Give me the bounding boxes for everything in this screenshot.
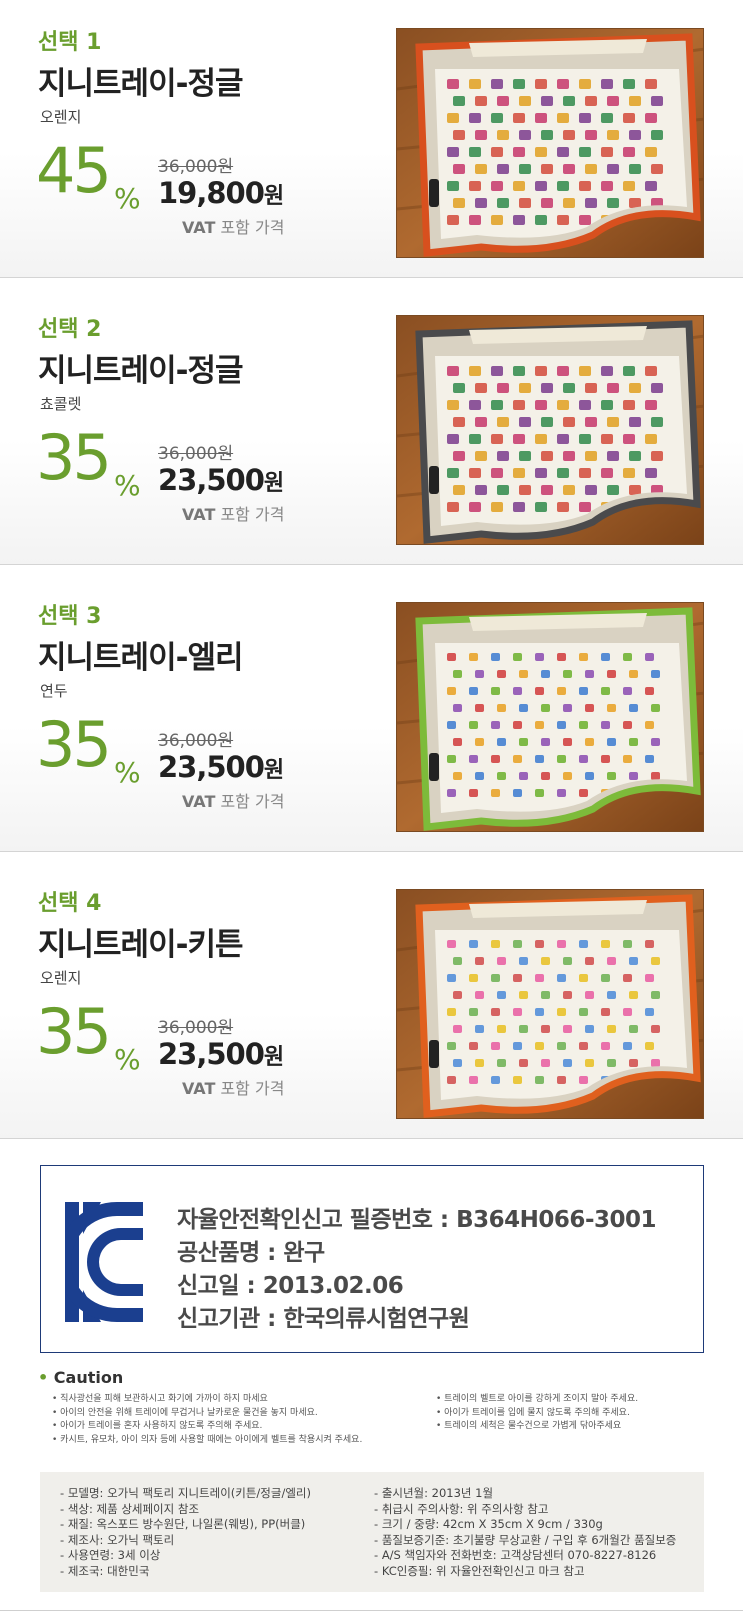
spec-item: 크기 / 중량: 42cm X 35cm X 9cm / 330g bbox=[374, 1517, 676, 1533]
spec-item: 색상: 제품 상세페이지 참조 bbox=[60, 1502, 311, 1518]
tray-image bbox=[397, 603, 703, 831]
product-name: 지니트레이-정글 bbox=[38, 66, 244, 102]
vat-note: VAT 포함 가격 bbox=[182, 792, 285, 811]
spec-item: 사용연령: 3세 이상 bbox=[60, 1548, 311, 1564]
kc-mark-icon bbox=[65, 1202, 143, 1322]
spec-list-right: 출시년월: 2013년 1월 취급시 주의사항: 위 주의사항 참고 크기 / … bbox=[374, 1486, 677, 1580]
product-color: 연두 bbox=[40, 682, 68, 700]
product-option[interactable]: 선택 4 지니트레이-키튼 오렌지 35 % 36,000원 23,500원 V… bbox=[0, 861, 743, 1139]
discount-percent: 35 bbox=[36, 995, 112, 1068]
caution-list-left: 직사광선을 피해 보관하시고 화기에 가까이 하지 마세요 아이의 안전을 위해… bbox=[52, 1393, 362, 1447]
kc-report-date: 신고일 : 2013.02.06 bbox=[177, 1273, 404, 1299]
caution-item: 카시트, 유모차, 아이 의자 등에 사용할 때에는 아이에게 벨트를 착용시켜… bbox=[52, 1434, 362, 1448]
option-number: 선택 4 bbox=[38, 891, 102, 916]
product-color: 오렌지 bbox=[40, 108, 82, 126]
vat-note: VAT 포함 가격 bbox=[182, 218, 285, 237]
original-price: 36,000원 bbox=[158, 444, 234, 464]
sale-price: 23,500원 bbox=[158, 463, 284, 497]
discount-percent: 35 bbox=[36, 421, 112, 494]
spec-item: 품질보증기준: 초기불량 무상교환 / 구입 후 6개월간 품질보증 bbox=[374, 1533, 677, 1549]
option-number: 선택 3 bbox=[38, 604, 102, 629]
product-photo[interactable] bbox=[396, 315, 704, 545]
caution-item: 아이가 트레이를 혼자 사용하지 않도록 주의해 주세요. bbox=[52, 1420, 362, 1434]
caution-item: 아이의 안전을 위해 트레이에 무겁거나 날카로운 물건을 놓지 마세요. bbox=[52, 1407, 362, 1421]
caution-item: 아이가 트레이를 입에 물지 않도록 주의해 주세요. bbox=[436, 1407, 638, 1421]
product-photo[interactable] bbox=[396, 28, 704, 258]
sale-price: 19,800원 bbox=[158, 176, 284, 210]
product-photo[interactable] bbox=[396, 602, 704, 832]
spec-item: 취급시 주의사항: 위 주의사항 참고 bbox=[374, 1502, 676, 1518]
tray-image bbox=[397, 316, 703, 544]
caution-title: • Caution bbox=[38, 1368, 124, 1387]
vat-note: VAT 포함 가격 bbox=[182, 505, 285, 524]
caution-item: 직사광선을 피해 보관하시고 화기에 가까이 하지 마세요 bbox=[52, 1393, 362, 1407]
discount-percent: 45 bbox=[36, 134, 112, 207]
caution-item: 트레이의 벨트로 아이를 강하게 조이지 말아 주세요. bbox=[436, 1393, 638, 1407]
tray-image bbox=[397, 29, 703, 257]
spec-item: 제조국: 대한민국 bbox=[60, 1564, 311, 1580]
bullet-dot-icon: • bbox=[38, 1368, 54, 1387]
percent-sign: % bbox=[114, 182, 141, 215]
kc-certificate-number: 자율안전확인신고 필증번호 : B364H066-3001 bbox=[177, 1207, 657, 1233]
caution-item: 트레이의 세척은 물수건으로 가볍게 닦아주세요 bbox=[436, 1420, 638, 1434]
sale-price: 23,500원 bbox=[158, 1037, 284, 1071]
spec-item: 재질: 옥스포드 방수원단, 나일론(웨빙), PP(버클) bbox=[60, 1517, 311, 1533]
product-option[interactable]: 선택 2 지니트레이-정글 쵸콜렛 35 % 36,000원 23,500원 V… bbox=[0, 287, 743, 565]
option-number: 선택 1 bbox=[38, 30, 102, 55]
product-option[interactable]: 선택 3 지니트레이-엘리 연두 35 % 36,000원 23,500원 VA… bbox=[0, 574, 743, 852]
product-name: 지니트레이-정글 bbox=[38, 353, 244, 389]
product-color: 오렌지 bbox=[40, 969, 82, 987]
product-photo[interactable] bbox=[396, 889, 704, 1119]
tray-image bbox=[397, 890, 703, 1118]
spec-item: KC인증필: 위 자율안전확인신고 마크 참고 bbox=[374, 1564, 676, 1580]
sale-price: 23,500원 bbox=[158, 750, 284, 784]
product-name: 지니트레이-키튼 bbox=[38, 927, 244, 963]
kc-agency: 신고기관 : 한국의류시험연구원 bbox=[177, 1306, 470, 1332]
spec-item: A/S 책임자와 전화번호: 고객상담센터 070-8227-8126 bbox=[374, 1548, 676, 1564]
caution-list-right: 트레이의 벨트로 아이를 강하게 조이지 말아 주세요. 아이가 트레이를 입에… bbox=[436, 1393, 638, 1434]
original-price: 36,000원 bbox=[158, 157, 234, 177]
bottom-divider bbox=[0, 1610, 743, 1611]
percent-sign: % bbox=[114, 756, 141, 789]
spec-list-left: 모델명: 오가닉 팩토리 지니트레이(키튼/정글/엘리) 색상: 제품 상세페이… bbox=[60, 1486, 311, 1580]
vat-note: VAT 포함 가격 bbox=[182, 1079, 285, 1098]
kc-product-type: 공산품명 : 완구 bbox=[177, 1240, 325, 1266]
spec-item: 제조사: 오가닉 팩토리 bbox=[60, 1533, 311, 1549]
spec-item: 출시년월: 2013년 1월 bbox=[374, 1486, 676, 1502]
percent-sign: % bbox=[114, 469, 141, 502]
original-price: 36,000원 bbox=[158, 731, 234, 751]
spec-box: 모델명: 오가닉 팩토리 지니트레이(키튼/정글/엘리) 색상: 제품 상세페이… bbox=[40, 1472, 704, 1592]
product-name: 지니트레이-엘리 bbox=[38, 640, 244, 676]
discount-percent: 35 bbox=[36, 708, 112, 781]
original-price: 36,000원 bbox=[158, 1018, 234, 1038]
spec-item: 모델명: 오가닉 팩토리 지니트레이(키튼/정글/엘리) bbox=[60, 1486, 311, 1502]
percent-sign: % bbox=[114, 1043, 141, 1076]
product-option[interactable]: 선택 1 지니트레이-정글 오렌지 45 % 36,000원 19,800원 V… bbox=[0, 0, 743, 278]
kc-certification-box: 자율안전확인신고 필증번호 : B364H066-3001 공산품명 : 완구 … bbox=[40, 1165, 704, 1353]
product-color: 쵸콜렛 bbox=[40, 395, 82, 413]
option-number: 선택 2 bbox=[38, 317, 102, 342]
